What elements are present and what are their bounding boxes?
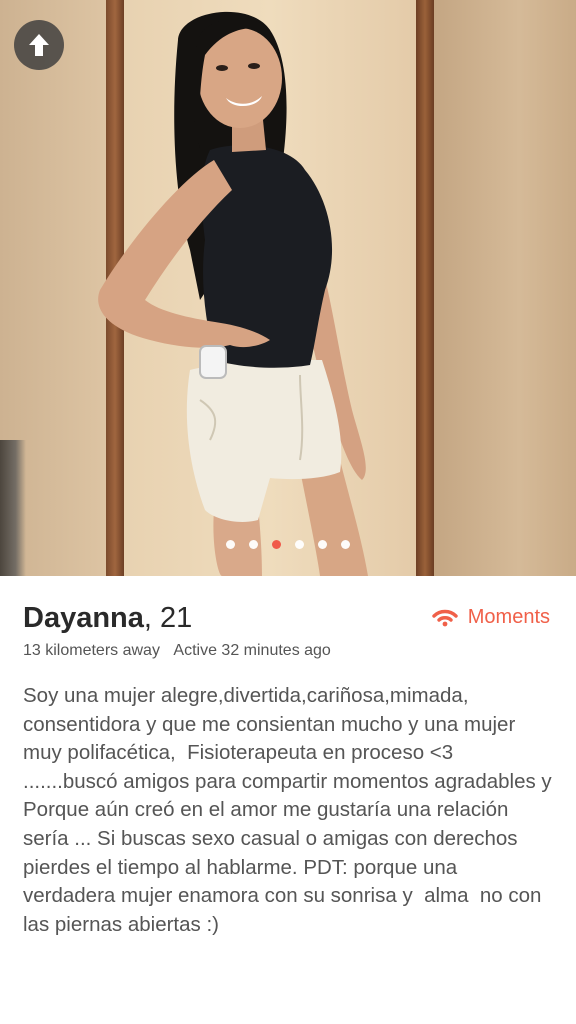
name-age: Dayanna , 21 — [23, 602, 192, 635]
arrow-up-icon — [29, 34, 49, 56]
profile-meta: 13 kilometers away Active 32 minutes ago — [23, 642, 331, 660]
profile-age: , 21 — [143, 602, 193, 634]
wifi-signal-icon — [432, 609, 458, 626]
person-figure — [98, 11, 368, 576]
photo-dot[interactable] — [272, 540, 281, 549]
profile-bio: Soy una mujer alegre,divertida,cariñosa,… — [23, 684, 558, 936]
active-status: Active 32 minutes ago — [173, 642, 331, 659]
photo-dot[interactable] — [226, 540, 235, 549]
distance-text: 13 kilometers away — [23, 642, 160, 659]
photo-dot[interactable] — [249, 540, 258, 549]
moments-label: Moments — [467, 606, 550, 628]
profile-name: Dayanna — [23, 602, 144, 634]
photo-dot[interactable] — [295, 540, 304, 549]
photo-pagination[interactable] — [0, 540, 576, 549]
profile-photo[interactable] — [0, 0, 576, 576]
profile-info: Dayanna , 21 Moments 13 kilometers away … — [0, 576, 576, 1024]
scroll-up-button[interactable] — [14, 20, 64, 70]
photo-dot[interactable] — [341, 540, 350, 549]
photo-dot[interactable] — [318, 540, 327, 549]
moments-button[interactable]: Moments — [432, 606, 550, 629]
